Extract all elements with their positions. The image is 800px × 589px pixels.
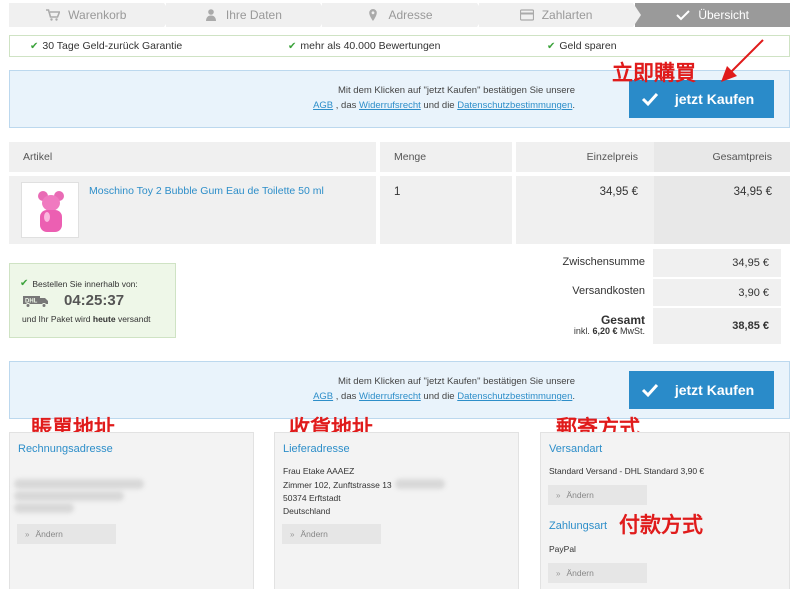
payment-title[interactable]: Zahlungsart <box>549 520 607 532</box>
chevron-right-icon: » <box>25 529 30 539</box>
city: 50374 Erftstadt <box>283 493 341 503</box>
chevron-right-icon: » <box>290 529 295 539</box>
edit-payment-button[interactable]: » Ändern <box>548 563 647 583</box>
chevron-right-icon: » <box>556 490 561 500</box>
step-your-data[interactable]: Ihre Daten <box>165 3 328 27</box>
billing-address-panel: Rechnungsadresse » Ändern <box>9 432 254 589</box>
user-icon <box>205 9 216 21</box>
shipping-cost-label: Versandkosten <box>572 285 645 297</box>
widerruf-link[interactable]: Widerrufsrecht <box>359 391 421 402</box>
recipient-name: Frau Etake AAAEZ <box>283 466 355 476</box>
confirm-box-bottom: Mit dem Klicken auf "jetzt Kaufen" bestä… <box>9 361 790 419</box>
product-image[interactable] <box>21 182 79 238</box>
country: Deutschland <box>283 506 331 516</box>
agb-link[interactable]: AGB <box>313 391 333 402</box>
annotation-payment: 付款方式 <box>619 513 703 537</box>
redacted-text <box>14 491 124 501</box>
unit-price-cell: 34,95 € <box>516 176 654 244</box>
header-qty: Menge <box>380 142 512 172</box>
checkout-steps: Warenkorb Ihre Daten Adresse Zahlarten Ü… <box>9 3 790 27</box>
total-label: Gesamt <box>600 313 645 327</box>
check-icon <box>641 383 659 398</box>
total-value: 38,85 € <box>653 308 781 344</box>
step-cart[interactable]: Warenkorb <box>9 3 172 27</box>
check-icon <box>641 92 659 107</box>
shipping-cost-value: 3,90 € <box>653 279 781 306</box>
product-name-link[interactable]: Moschino Toy 2 Bubble Gum Eau de Toilett… <box>89 185 324 197</box>
guarantee-item: ✔ Geld sparen <box>547 40 617 52</box>
check-icon: ✔ <box>547 40 556 52</box>
step-label: Zahlarten <box>541 8 593 22</box>
header-total-price: Gesamtpreis <box>654 142 790 172</box>
payment-value: PayPal <box>549 544 576 554</box>
redacted-text <box>395 479 445 489</box>
edit-shipping-method-button[interactable]: » Ändern <box>548 485 647 505</box>
step-label: Übersicht <box>698 8 750 22</box>
header-article: Artikel <box>9 142 376 172</box>
guarantee-item: ✔ 30 Tage Geld-zurück Garantie <box>30 40 183 52</box>
step-overview[interactable]: Übersicht <box>635 3 790 27</box>
check-icon: ✔ <box>30 40 39 52</box>
agb-link[interactable]: AGB <box>313 100 333 111</box>
check-icon <box>676 10 691 21</box>
shipping-address-panel: Lieferadresse Frau Etake AAAEZ Zimmer 10… <box>274 432 519 589</box>
delivery-countdown-box: ✔ Bestellen Sie innerhalb von: DHL 04:25… <box>9 263 176 338</box>
step-payment[interactable]: Zahlarten <box>478 3 641 27</box>
cart-icon <box>46 9 61 21</box>
edit-billing-button[interactable]: » Ändern <box>17 524 116 544</box>
vat-note: inkl. 6,20 € MwSt. <box>573 326 645 336</box>
check-icon: ✔ <box>288 40 297 52</box>
countdown-timer: 04:25:37 <box>64 292 125 309</box>
shipping-method-value: Standard Versand - DHL Standard 3,90 € <box>549 466 705 476</box>
redacted-text <box>14 479 144 489</box>
svg-text:DHL: DHL <box>25 298 38 304</box>
check-icon: ✔ <box>20 278 29 289</box>
header-unit-price: Einzelpreis <box>516 142 654 172</box>
datenschutz-link[interactable]: Datenschutzbestimmungen <box>457 100 572 111</box>
datenschutz-link[interactable]: Datenschutzbestimmungen <box>457 391 572 402</box>
step-label: Ihre Daten <box>225 8 282 22</box>
chevron-right-icon: » <box>556 568 561 578</box>
buy-now-button[interactable]: jetzt Kaufen <box>629 371 774 409</box>
step-label: Adresse <box>388 8 433 22</box>
table-row: Moschino Toy 2 Bubble Gum Eau de Toilett… <box>9 176 376 244</box>
widerruf-link[interactable]: Widerrufsrecht <box>359 100 421 111</box>
shipping-method-title[interactable]: Versandart <box>549 443 602 455</box>
perfume-bottle-icon <box>38 191 64 232</box>
guarantee-item: ✔ mehr als 40.000 Bewertungen <box>288 40 441 52</box>
confirm-text: Mit dem Klicken auf "jetzt Kaufen" bestä… <box>313 85 575 111</box>
billing-title[interactable]: Rechnungsadresse <box>18 443 113 455</box>
map-pin-icon <box>369 9 378 21</box>
confirm-text: Mit dem Klicken auf "jetzt Kaufen" bestä… <box>313 376 575 402</box>
step-address[interactable]: Adresse <box>322 3 485 27</box>
street: Zimmer 102, Zunftstrasse 13 <box>283 480 392 490</box>
step-label: Warenkorb <box>68 8 127 22</box>
shipping-address-title[interactable]: Lieferadresse <box>283 443 350 455</box>
edit-shipping-address-button[interactable]: » Ändern <box>282 524 381 544</box>
arrow-annotation-icon <box>721 39 764 82</box>
redacted-text <box>14 503 74 513</box>
subtotal-value: 34,95 € <box>653 249 781 277</box>
credit-card-icon <box>519 9 534 21</box>
guarantee-bar: ✔ 30 Tage Geld-zurück Garantie ✔ mehr als … <box>9 35 790 57</box>
annotation-buy-now: 立即購買 <box>612 61 696 85</box>
delivery-truck-icon: DHL <box>23 295 48 308</box>
subtotal-label: Zwischensumme <box>562 256 645 268</box>
qty-cell: 1 <box>380 176 512 244</box>
total-price-cell: 34,95 € <box>654 176 790 244</box>
